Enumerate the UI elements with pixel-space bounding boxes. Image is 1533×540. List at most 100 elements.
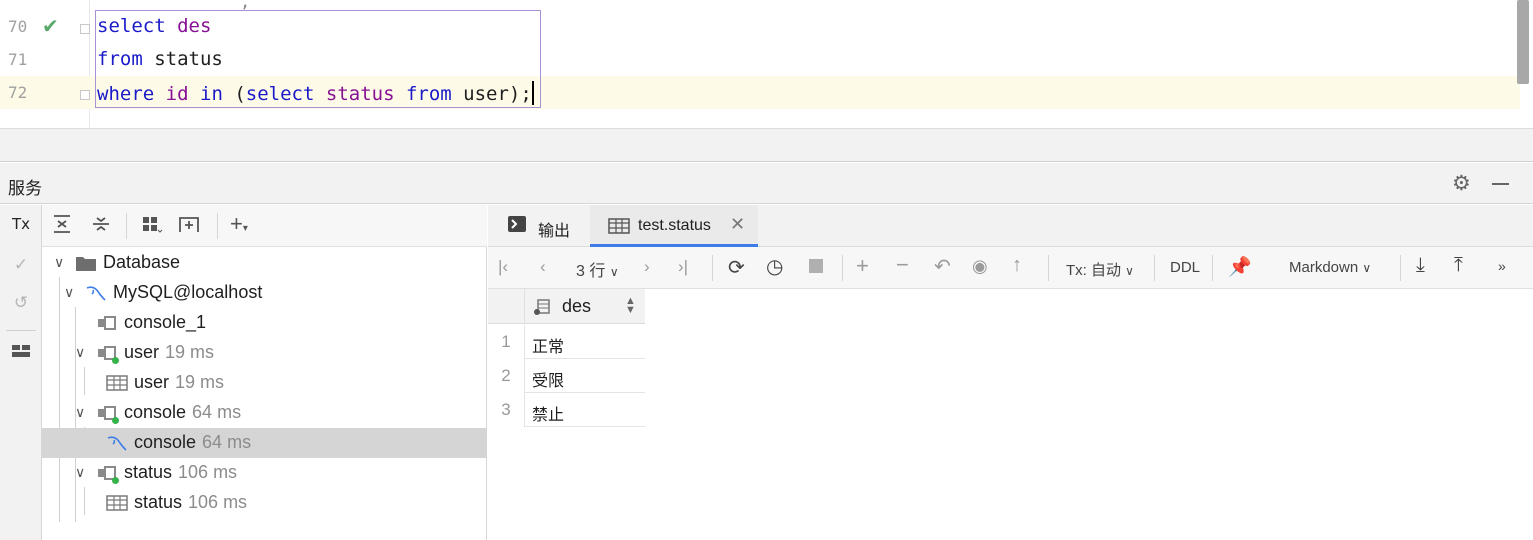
table-row[interactable]: 3 禁止 [488,393,645,427]
tree-item-database[interactable]: ∨ Database [42,248,487,278]
tree-item-text: status 106 ms [134,492,247,513]
gear-icon[interactable]: ⚙ [1452,171,1471,196]
collapse-all-icon[interactable] [91,214,111,239]
minimize-icon[interactable] [1492,183,1509,185]
cell-des[interactable]: 禁止 [532,401,564,425]
tab-output[interactable]: 输出 [498,205,588,247]
toolbar-separator [126,213,127,239]
fold-marker-icon[interactable] [80,24,90,34]
add-row-icon[interactable]: + [856,253,869,279]
table-icon [106,374,128,397]
undo-icon[interactable]: ↶ [934,254,951,279]
toolbar-separator [712,255,713,281]
chevron-down-icon[interactable]: ∨ [75,404,85,421]
code-token: status [325,83,395,105]
delete-row-icon[interactable]: − [896,252,909,278]
editor-line-current[interactable]: 72 where id in (select status from user)… [0,76,1520,109]
toolbar-separator [1154,255,1155,281]
tree-item-user-session[interactable]: ∨ user 19 ms [42,338,487,368]
mysql-icon [106,434,128,459]
cell-des[interactable]: 受限 [532,367,564,391]
services-tree-panel: +▾ ∨ Database ∨ MySQL@localhost console_… [42,205,487,540]
code-editor[interactable]: , 70 ✔ select des 71 from status 72 wher… [0,0,1533,128]
query-history-icon[interactable]: ◷ [766,254,783,279]
tree-item-label: status [134,492,183,512]
tree-item-label: Database [103,252,181,272]
previous-page-icon[interactable]: ‹ [540,257,546,277]
chevron-down-icon[interactable]: ∨ [75,344,85,361]
code-token: in [200,83,223,105]
pin-icon[interactable]: 📌 [1228,255,1252,279]
first-page-icon[interactable]: |‹ [498,257,508,277]
code-text: from status [97,48,223,70]
add-icon[interactable]: +▾ [230,211,248,237]
more-icon[interactable]: » [1498,258,1506,274]
refresh-icon[interactable]: ⟳ [728,255,745,280]
tree-item-text: console 64 ms [124,402,241,423]
tab-test-status[interactable]: test.status ✕ [590,205,758,247]
next-page-icon[interactable]: › [644,257,650,277]
table-icon [106,494,128,517]
row-number-header [488,289,525,324]
tree-item-console-1[interactable]: console_1 [42,308,487,338]
tree-item-console-mysql[interactable]: console 64 ms [42,428,487,458]
check-icon: ✔ [42,16,59,38]
tree-item-status-session[interactable]: ∨ status 106 ms [42,458,487,488]
stop-icon[interactable] [808,258,824,279]
tree-item-duration: 106 ms [188,492,248,512]
tree-item-status-table[interactable]: status 106 ms [42,488,487,518]
submit-icon[interactable]: ↑ [1012,254,1022,277]
close-icon[interactable]: ✕ [730,214,745,235]
cell-des[interactable]: 正常 [532,333,564,357]
last-page-icon[interactable]: ›| [678,257,688,277]
text-cursor [531,81,534,105]
export-format-dropdown[interactable]: Markdown ∨ [1289,259,1371,276]
code-token: user); [451,83,532,105]
session-icon [96,314,118,337]
toolbar-separator [1400,255,1401,281]
code-token: id [165,83,189,105]
tree-item-mysql-localhost[interactable]: ∨ MySQL@localhost [42,278,487,308]
result-panel: 输出 test.status ✕ |‹ ‹ 3 行 ∨ › ›| ⟳ ◷ + −… [488,205,1533,540]
transaction-mode-dropdown[interactable]: Tx: 自动 ∨ [1066,259,1134,280]
tree-item-duration: 19 ms [175,372,225,392]
upload-icon[interactable]: ⤒ [1454,254,1463,277]
rollback-icon[interactable]: ↺ [9,293,33,317]
preview-changes-icon[interactable]: ◉ [972,256,988,277]
expand-all-icon[interactable] [52,214,72,239]
line-number: 71 [8,50,28,69]
download-icon[interactable]: ⤓ [1416,254,1425,277]
tree-item-duration: 64 ms [192,402,242,422]
tree-item-user-table[interactable]: user 19 ms [42,368,487,398]
transaction-mode-label: Tx: 自动 [1066,262,1121,279]
row-count-dropdown[interactable]: 3 行 ∨ [576,257,619,281]
tree-item-console-session[interactable]: ∨ console 64 ms [42,398,487,428]
tree-item-text: user 19 ms [134,372,224,393]
chevron-down-icon[interactable]: ∨ [54,254,64,271]
sort-icon[interactable]: ▲ ▼ [625,296,636,316]
layout-icon[interactable] [9,343,33,367]
chevron-down-icon[interactable]: ∨ [64,284,74,301]
table-row[interactable]: 1 正常 [488,325,645,359]
mysql-icon [85,284,107,309]
table-row[interactable]: 2 受限 [488,359,645,393]
editor-line[interactable]: 70 ✔ select des [0,10,1520,43]
toolbar-separator [217,213,218,239]
commit-icon[interactable]: ✓ [9,255,33,279]
column-header-des[interactable]: des ▲ ▼ [525,289,645,324]
ddl-button[interactable]: DDL [1170,259,1200,276]
editor-line[interactable]: 71 from status [0,43,1520,76]
transaction-mode-icon[interactable]: Tx [9,215,33,239]
new-tab-icon[interactable] [178,214,202,239]
services-header: 服务 ⚙ [0,163,1533,204]
fold-marker-icon[interactable] [80,90,90,100]
tab-label: 输出 [538,223,571,240]
chevron-down-icon[interactable]: ∨ [75,464,85,481]
group-by-icon[interactable] [141,214,163,239]
row-count-label: 3 行 [576,263,606,280]
code-token: where [97,83,155,105]
editor-scrollbar[interactable] [1517,0,1529,84]
